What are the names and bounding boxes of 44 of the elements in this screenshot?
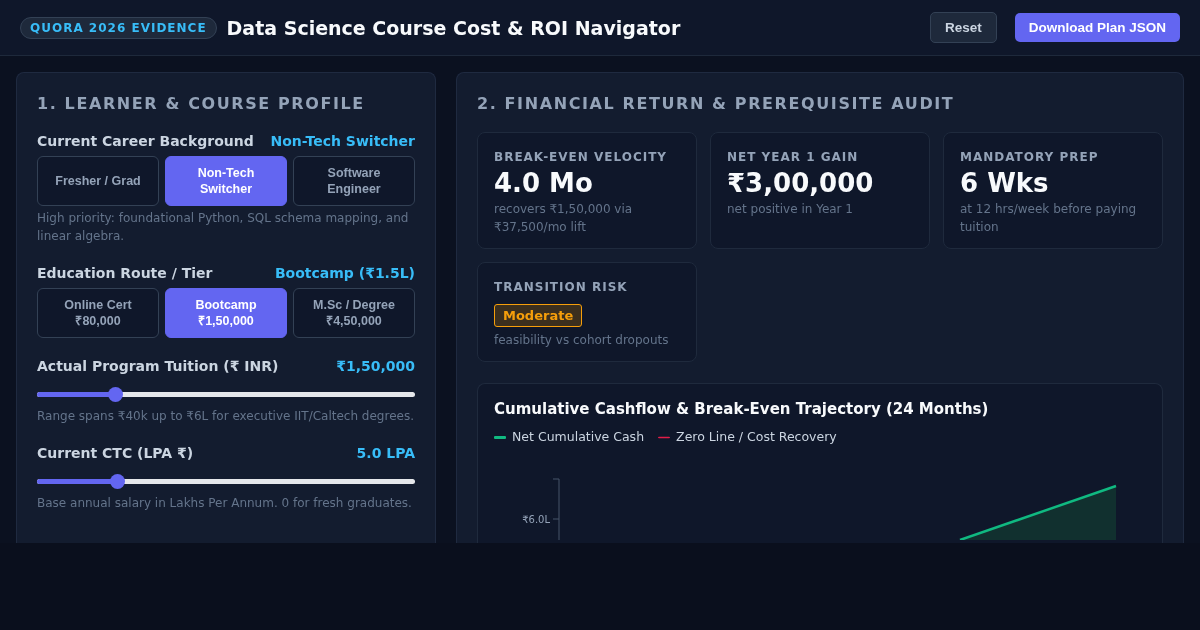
range-slider[interactable] [37, 474, 415, 489]
stat-label: BREAK-EVEN VELOCITY [494, 149, 669, 166]
chart-title: Cumulative Cashflow & Break-Even Trajectory (24 Months) [494, 399, 990, 419]
field-label: Current CTC (LPA ₹) [37, 444, 194, 462]
field-label: Current Career Background [37, 132, 254, 150]
field-value: Non-Tech Switcher [270, 132, 415, 150]
option-button[interactable]: Non-Tech Switcher [165, 156, 287, 206]
field-hint: High priority: foundational Python, SQL schema mapping, and linear algebra. [37, 210, 410, 245]
panel-title: 2. FINANCIAL RETURN & PREREQUISITE AUDIT [477, 93, 956, 115]
risk-badge: Moderate [494, 304, 583, 327]
field-value: Bootcamp (₹1.5L) [274, 264, 415, 282]
stat-label: TRANSITION RISK [494, 279, 629, 296]
reset-button[interactable]: Reset [929, 12, 997, 43]
field-label: Actual Program Tuition (₹ INR) [37, 357, 279, 375]
option-button[interactable]: M.Sc / Degree ₹4,50,000 [293, 288, 415, 338]
app-title: Data Science Course Cost & ROI Navigator [226, 16, 681, 39]
stat-value: 6 Wks [960, 167, 1050, 200]
stat-label: MANDATORY PREP [960, 149, 1100, 166]
field-hint: Range spans ₹40k up to ₹6L for executive IIT/Caltech degrees. [37, 408, 415, 425]
option-button[interactable]: Software Engineer [293, 156, 415, 206]
download-button[interactable]: Download Plan JSON [1014, 13, 1180, 42]
slider-thumb[interactable] [108, 387, 124, 402]
stat-note: feasibility vs cohort dropouts [494, 332, 670, 349]
y-axis [552, 478, 560, 540]
field-hint: Base annual salary in Lakhs Per Annum. 0 for fresh graduates. [37, 495, 413, 512]
slider-thumb[interactable] [109, 474, 125, 489]
stat-note: at 12 hrs/week before paying tuition [960, 201, 1138, 236]
y-tick-label: ₹6.0L [522, 514, 550, 525]
option-button[interactable]: Fresher / Grad [37, 156, 159, 206]
range-slider[interactable] [37, 387, 415, 402]
stat-note: recovers ₹1,50,000 via ₹37,500/mo lift [494, 201, 634, 236]
field-label: Education Route / Tier [37, 264, 213, 282]
option-button[interactable]: Bootcamp ₹1,50,000 [165, 288, 287, 338]
legend-label: Net Cumulative Cash [512, 428, 645, 446]
option-button[interactable]: Online Cert ₹80,000 [37, 288, 159, 338]
stat-note: net positive in Year 1 [727, 201, 854, 218]
field-value: ₹1,50,000 [336, 357, 415, 375]
legend-label: Zero Line / Cost Recovery [676, 428, 837, 446]
evidence-badge: QUORA 2026 EVIDENCE [20, 16, 217, 39]
panel-title: 1. LEARNER & COURSE PROFILE [37, 93, 366, 115]
stat-value: ₹3,00,000 [727, 167, 875, 200]
field-value: 5.0 LPA [356, 444, 415, 462]
stat-label: NET YEAR 1 GAIN [727, 149, 860, 166]
stat-value: 4.0 Mo [494, 167, 594, 200]
